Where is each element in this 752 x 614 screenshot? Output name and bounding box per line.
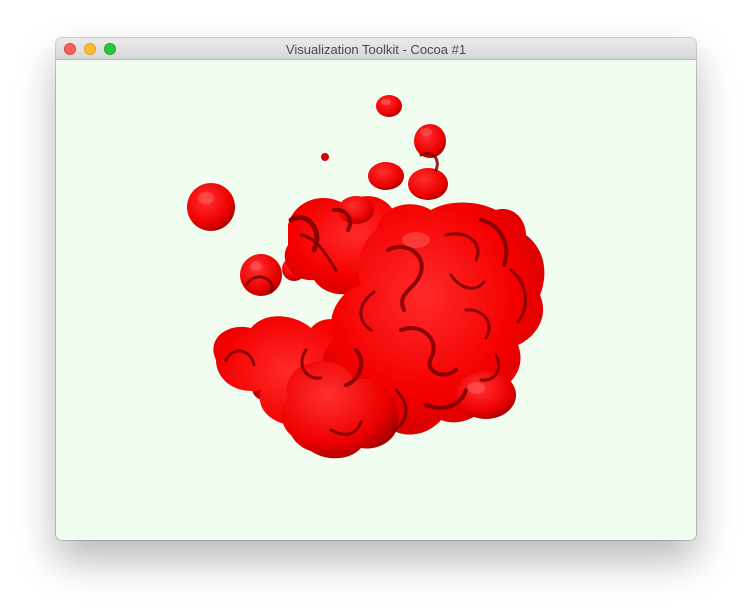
blob-upper-bulb — [408, 168, 448, 200]
blob-upper-bulb — [368, 162, 404, 190]
droplet — [321, 153, 329, 161]
vtk-window: Visualization Toolkit - Cocoa #1 — [56, 38, 696, 540]
droplet — [240, 254, 282, 296]
window-title: Visualization Toolkit - Cocoa #1 — [285, 42, 467, 57]
title-bar[interactable]: Visualization Toolkit - Cocoa #1 — [56, 38, 696, 60]
render-viewport[interactable] — [56, 60, 696, 540]
render-canvas[interactable] — [56, 60, 696, 540]
droplet — [187, 183, 235, 231]
droplet — [376, 95, 402, 117]
